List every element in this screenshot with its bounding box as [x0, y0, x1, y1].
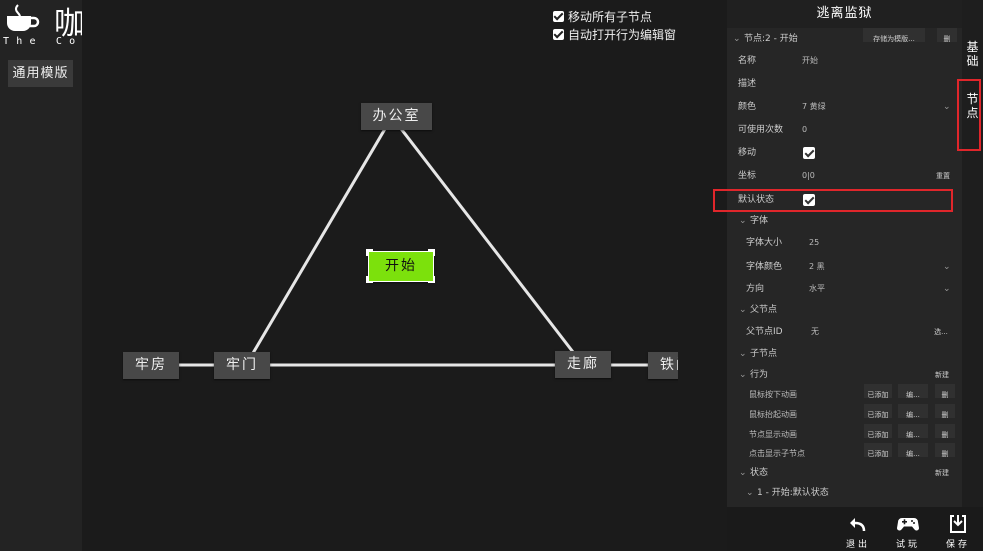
behavior-status: 已添加 — [864, 424, 892, 439]
new-state-button[interactable]: 新建 — [929, 462, 955, 477]
chevron-down-icon[interactable]: ⌄ — [943, 256, 951, 278]
parent-id-input[interactable]: 无 — [811, 321, 819, 343]
coord-input[interactable]: 0|0 — [802, 165, 815, 187]
selection-handle[interactable] — [428, 249, 435, 256]
move-checkbox[interactable] — [803, 147, 815, 159]
behavior-status: 已添加 — [864, 443, 892, 458]
name-row: 名称 开始 — [727, 50, 962, 72]
node-office[interactable]: 办公室 — [361, 103, 432, 130]
download-save-icon — [950, 515, 966, 533]
new-behavior-button[interactable]: 新建 — [929, 364, 955, 379]
move-children-checkbox[interactable]: 移动所有子节点 — [553, 8, 652, 25]
name-input[interactable]: 开始 — [802, 50, 818, 72]
color-select[interactable]: 7 黄绿 — [802, 96, 826, 118]
state-item[interactable]: ⌄ 1 - 开始:默认状态 — [727, 482, 962, 504]
font-size-row: 字体大小 25 — [727, 232, 962, 254]
edit-behavior-button[interactable]: 编... — [898, 443, 928, 458]
color-row: 颜色 7 黄绿 ⌄ — [727, 96, 962, 118]
delete-behavior-button[interactable]: 删 — [935, 443, 955, 458]
delete-node-button[interactable]: 删 — [937, 28, 957, 43]
font-section-header[interactable]: ⌄ 字体 — [727, 210, 962, 232]
delete-behavior-button[interactable]: 删 — [935, 404, 955, 419]
tab-node-highlight — [957, 79, 981, 151]
node-cell[interactable]: 牢房 — [123, 352, 179, 379]
chevron-down-icon[interactable]: ⌄ — [739, 210, 747, 232]
select-parent-button[interactable]: 选... — [927, 321, 955, 336]
coffee-cup-icon — [7, 4, 40, 31]
chevron-down-icon[interactable]: ⌄ — [733, 28, 741, 50]
selection-handle[interactable] — [366, 276, 373, 283]
checkbox-checked-icon[interactable] — [553, 11, 564, 22]
behavior-status: 已添加 — [864, 384, 892, 399]
state-section-header[interactable]: ⌄ 状态 新建 — [727, 462, 962, 484]
uses-row: 可使用次数 0 — [727, 119, 962, 141]
node-iron-gate[interactable]: 铁门 — [648, 352, 678, 379]
save-as-template-button[interactable]: 存储为模版... — [863, 28, 925, 43]
coord-row: 坐标 0|0 重置 — [727, 165, 962, 187]
parent-section-header[interactable]: ⌄ 父节点 — [727, 299, 962, 321]
chevron-down-icon[interactable]: ⌄ — [739, 343, 747, 365]
chevron-down-icon[interactable]: ⌄ — [739, 462, 747, 484]
checkbox-checked-icon[interactable] — [553, 29, 564, 40]
move-row: 移动 — [727, 142, 962, 164]
node-gate[interactable]: 牢门 — [214, 352, 270, 379]
tab-basic[interactable]: 基础 — [962, 40, 983, 68]
node-corridor[interactable]: 走廊 — [555, 351, 611, 378]
font-size-input[interactable]: 25 — [809, 232, 819, 254]
undo-arrow-icon — [850, 518, 866, 532]
chevron-down-icon[interactable]: ⌄ — [943, 96, 951, 118]
save-button[interactable]: 保存 — [938, 507, 978, 551]
general-template-button[interactable]: 通用模版 — [8, 60, 73, 87]
story-canvas[interactable]: 移动所有子节点 自动打开行为编辑窗 办公室 开始 牢房 牢门 走廊 铁门 — [82, 0, 678, 551]
chevron-down-icon[interactable]: ⌄ — [943, 278, 951, 300]
behavior-row: 鼠标按下动画 已添加 编... 删 — [727, 384, 962, 406]
font-color-row: 字体颜色 2 黑 ⌄ — [727, 256, 962, 278]
delete-behavior-button[interactable]: 删 — [935, 424, 955, 439]
tab-basic-label: 基础 — [966, 40, 979, 68]
bottom-toolbar: 退出 试玩 保存 — [727, 507, 983, 551]
chevron-down-icon[interactable]: ⌄ — [739, 364, 747, 386]
default-state-highlight — [713, 189, 953, 212]
parent-id-row: 父节点ID 无 选... — [727, 321, 962, 343]
direction-select[interactable]: 水平 — [809, 278, 825, 300]
reset-coord-button[interactable]: 重置 — [931, 165, 955, 180]
node-header-row: ⌄ 节点:2 - 开始 存储为模版... 删 — [727, 28, 962, 50]
exit-button[interactable]: 退出 — [838, 507, 878, 551]
chevron-down-icon[interactable]: ⌄ — [739, 299, 747, 321]
behavior-row: 鼠标抬起动画 已添加 编... 删 — [727, 404, 962, 426]
property-panel: 逃离监狱 ⌄ 节点:2 - 开始 存储为模版... 删 名称 开始 描述 颜色 … — [727, 0, 962, 507]
panel-title: 逃离监狱 — [727, 0, 962, 28]
behavior-status: 已添加 — [864, 404, 892, 419]
description-row: 描述 — [738, 79, 757, 89]
edit-behavior-button[interactable]: 编... — [898, 404, 928, 419]
uses-input[interactable]: 0 — [802, 119, 807, 141]
selection-handle[interactable] — [428, 276, 435, 283]
behavior-section-header[interactable]: ⌄ 行为 新建 — [727, 364, 962, 386]
test-play-button[interactable]: 试玩 — [888, 507, 928, 551]
child-section-header[interactable]: ⌄ 子节点 — [727, 343, 962, 365]
selection-handle[interactable] — [366, 249, 373, 256]
edit-behavior-button[interactable]: 编... — [898, 424, 928, 439]
edit-behavior-button[interactable]: 编... — [898, 384, 928, 399]
delete-behavior-button[interactable]: 删 — [935, 384, 955, 399]
node-start[interactable]: 开始 — [368, 251, 434, 282]
auto-open-behavior-checkbox[interactable]: 自动打开行为编辑窗 — [553, 26, 676, 43]
gamepad-icon — [897, 518, 919, 531]
font-color-select[interactable]: 2 黑 — [809, 256, 825, 278]
chevron-down-icon[interactable]: ⌄ — [746, 482, 754, 504]
direction-row: 方向 水平 ⌄ — [727, 278, 962, 300]
